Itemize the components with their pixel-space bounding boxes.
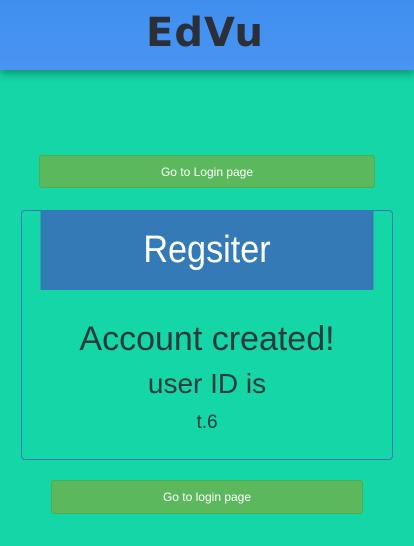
user-id-value: t.6: [196, 412, 218, 433]
account-created-message: Account created!: [79, 320, 335, 358]
go-to-login-button-top[interactable]: Go to Login page: [39, 155, 375, 188]
go-to-login-button-bottom[interactable]: Go to login page: [51, 480, 363, 514]
panel-body: Account created! user ID is t.6: [22, 319, 392, 434]
brand-logo[interactable]: EdVu: [146, 10, 264, 56]
register-panel: Regsiter Account created! user ID is t.6: [21, 210, 393, 460]
top-navbar: EdVu: [0, 0, 414, 70]
panel-title: Regsiter: [40, 211, 374, 290]
user-id-label: user ID is: [147, 368, 267, 399]
